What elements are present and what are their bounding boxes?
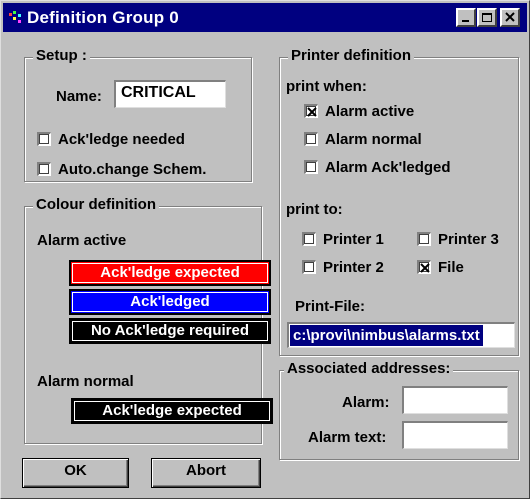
auto-change-box[interactable] (37, 162, 51, 176)
print-alarm-normal-label: Alarm normal (325, 131, 422, 148)
print-alarm-active-box[interactable] (304, 104, 318, 118)
name-input[interactable]: CRITICAL (114, 80, 226, 108)
print-alarm-ackledged-label: Alarm Ack'ledged (325, 159, 451, 176)
printer3-label: Printer 3 (438, 231, 499, 248)
swatch-no-ackledge-required[interactable]: No Ack'ledge required (69, 318, 271, 344)
ackledge-needed-box[interactable] (37, 132, 51, 146)
swatch-ackledge-expected[interactable]: Ack'ledge expected (69, 260, 271, 286)
printer2-label: Printer 2 (323, 259, 384, 276)
app-icon (9, 11, 21, 23)
printer3-box[interactable] (417, 232, 431, 246)
printer1-box[interactable] (302, 232, 316, 246)
printer1-label: Printer 1 (323, 231, 384, 248)
swatch-ackledged[interactable]: Ack'ledged (69, 289, 271, 315)
print-alarm-normal-box[interactable] (304, 132, 318, 146)
addresses-legend: Associated addresses: (284, 360, 454, 377)
close-button[interactable] (500, 8, 520, 27)
colour-legend: Colour definition (33, 196, 159, 213)
file-label: File (438, 259, 464, 276)
ackledge-needed-label: Ack'ledge needed (58, 131, 185, 148)
print-file-label: Print-File: (295, 298, 365, 315)
close-icon (505, 12, 515, 22)
alarm-active-label: Alarm active (37, 232, 127, 249)
colour-group: Colour definition Alarm active Ack'ledge… (24, 196, 273, 444)
swatch-normal-ackledge-expected[interactable]: Ack'ledge expected (71, 398, 273, 424)
file-box[interactable] (417, 260, 431, 274)
printer-group: Printer definition print when: Alarm act… (279, 47, 519, 356)
title-bar[interactable]: Definition Group 0 (3, 3, 527, 32)
alarm-text-label: Alarm text: (308, 429, 387, 446)
minimize-icon (462, 20, 469, 22)
alarm-address-input[interactable] (402, 386, 508, 414)
print-file-input[interactable]: c:\provi\nimbus\alarms.txt (287, 322, 515, 348)
ok-button[interactable]: OK (22, 458, 129, 488)
printer2-box[interactable] (302, 260, 316, 274)
alarm-address-label: Alarm: (342, 394, 390, 411)
alarm-normal-label: Alarm normal (37, 373, 134, 390)
dialog-window: Definition Group 0 Setup : Name: CRITICA… (0, 0, 530, 499)
print-alarm-ackledged-box[interactable] (304, 160, 318, 174)
printer-legend: Printer definition (288, 47, 414, 64)
setup-group: Setup : Name: CRITICAL Ack'ledge needed … (24, 47, 252, 182)
name-label: Name: (56, 88, 102, 105)
print-alarm-active-label: Alarm active (325, 103, 415, 120)
print-when-label: print when: (286, 78, 367, 95)
addresses-group: Associated addresses: Alarm: Alarm text: (279, 360, 519, 460)
auto-change-label: Auto.change Schem. (58, 161, 207, 178)
window-title: Definition Group 0 (27, 8, 179, 27)
maximize-icon (482, 13, 492, 22)
abort-button[interactable]: Abort (151, 458, 261, 488)
print-file-value: c:\provi\nimbus\alarms.txt (290, 325, 483, 346)
maximize-button[interactable] (477, 8, 497, 27)
alarm-text-input[interactable] (402, 421, 508, 449)
setup-legend: Setup : (33, 47, 90, 64)
minimize-button[interactable] (456, 8, 476, 27)
print-to-label: print to: (286, 201, 343, 218)
